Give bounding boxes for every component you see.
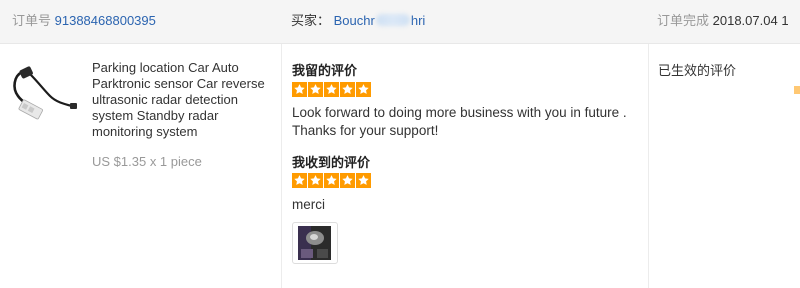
product-title-link[interactable]: Parking location Car Auto Parktronic sen…	[92, 60, 274, 140]
order-number-field: 订单号 91388468800395	[12, 0, 156, 44]
my-review-stars	[292, 82, 371, 98]
buyer-name-link[interactable]: Bouchr hri	[334, 13, 426, 28]
star-icon	[324, 82, 339, 97]
received-review-stars	[292, 173, 371, 189]
star-icon	[794, 86, 800, 94]
received-review-heading: 我收到的评价	[292, 155, 371, 170]
buyer-name-end: hri	[410, 13, 426, 28]
buyer-name-redaction	[375, 14, 410, 26]
parking-sensor-image[interactable]	[8, 60, 78, 120]
my-review-text: Look forward to doing more business with…	[292, 105, 627, 138]
column-divider	[648, 44, 649, 288]
buyer-field: 买家： Bouchr hri	[291, 0, 425, 44]
order-complete-field: 订单完成 2018.07.04 1	[657, 0, 789, 44]
column-divider	[281, 44, 282, 288]
star-icon	[356, 173, 371, 188]
order-number-label: 订单号	[12, 13, 52, 28]
review-photo-image	[295, 225, 335, 261]
order-complete-date: 2018.07.04 1	[712, 13, 789, 28]
star-icon	[356, 82, 371, 97]
star-icon	[324, 173, 339, 188]
order-header: 订单号 91388468800395 买家： Bouchr hri 订单完成 20…	[0, 0, 800, 44]
review-status: 已生效的评价	[658, 63, 737, 78]
buyer-label: 买家：	[291, 13, 331, 28]
star-icon	[292, 82, 307, 97]
order-number-link[interactable]: 91388468800395	[55, 13, 156, 28]
received-review-text: merci	[292, 197, 325, 212]
product-price: US $1.35 x 1 piece	[92, 154, 202, 169]
star-icon	[340, 82, 355, 97]
star-icon	[292, 173, 307, 188]
order-status-label: 订单完成	[657, 13, 710, 28]
star-icon	[308, 173, 323, 188]
star-icon	[308, 82, 323, 97]
star-icon	[340, 173, 355, 188]
buyer-name-start: Bouchr	[333, 13, 375, 28]
review-photo-thumbnail[interactable]	[292, 222, 338, 264]
my-review-heading: 我留的评价	[292, 63, 358, 78]
